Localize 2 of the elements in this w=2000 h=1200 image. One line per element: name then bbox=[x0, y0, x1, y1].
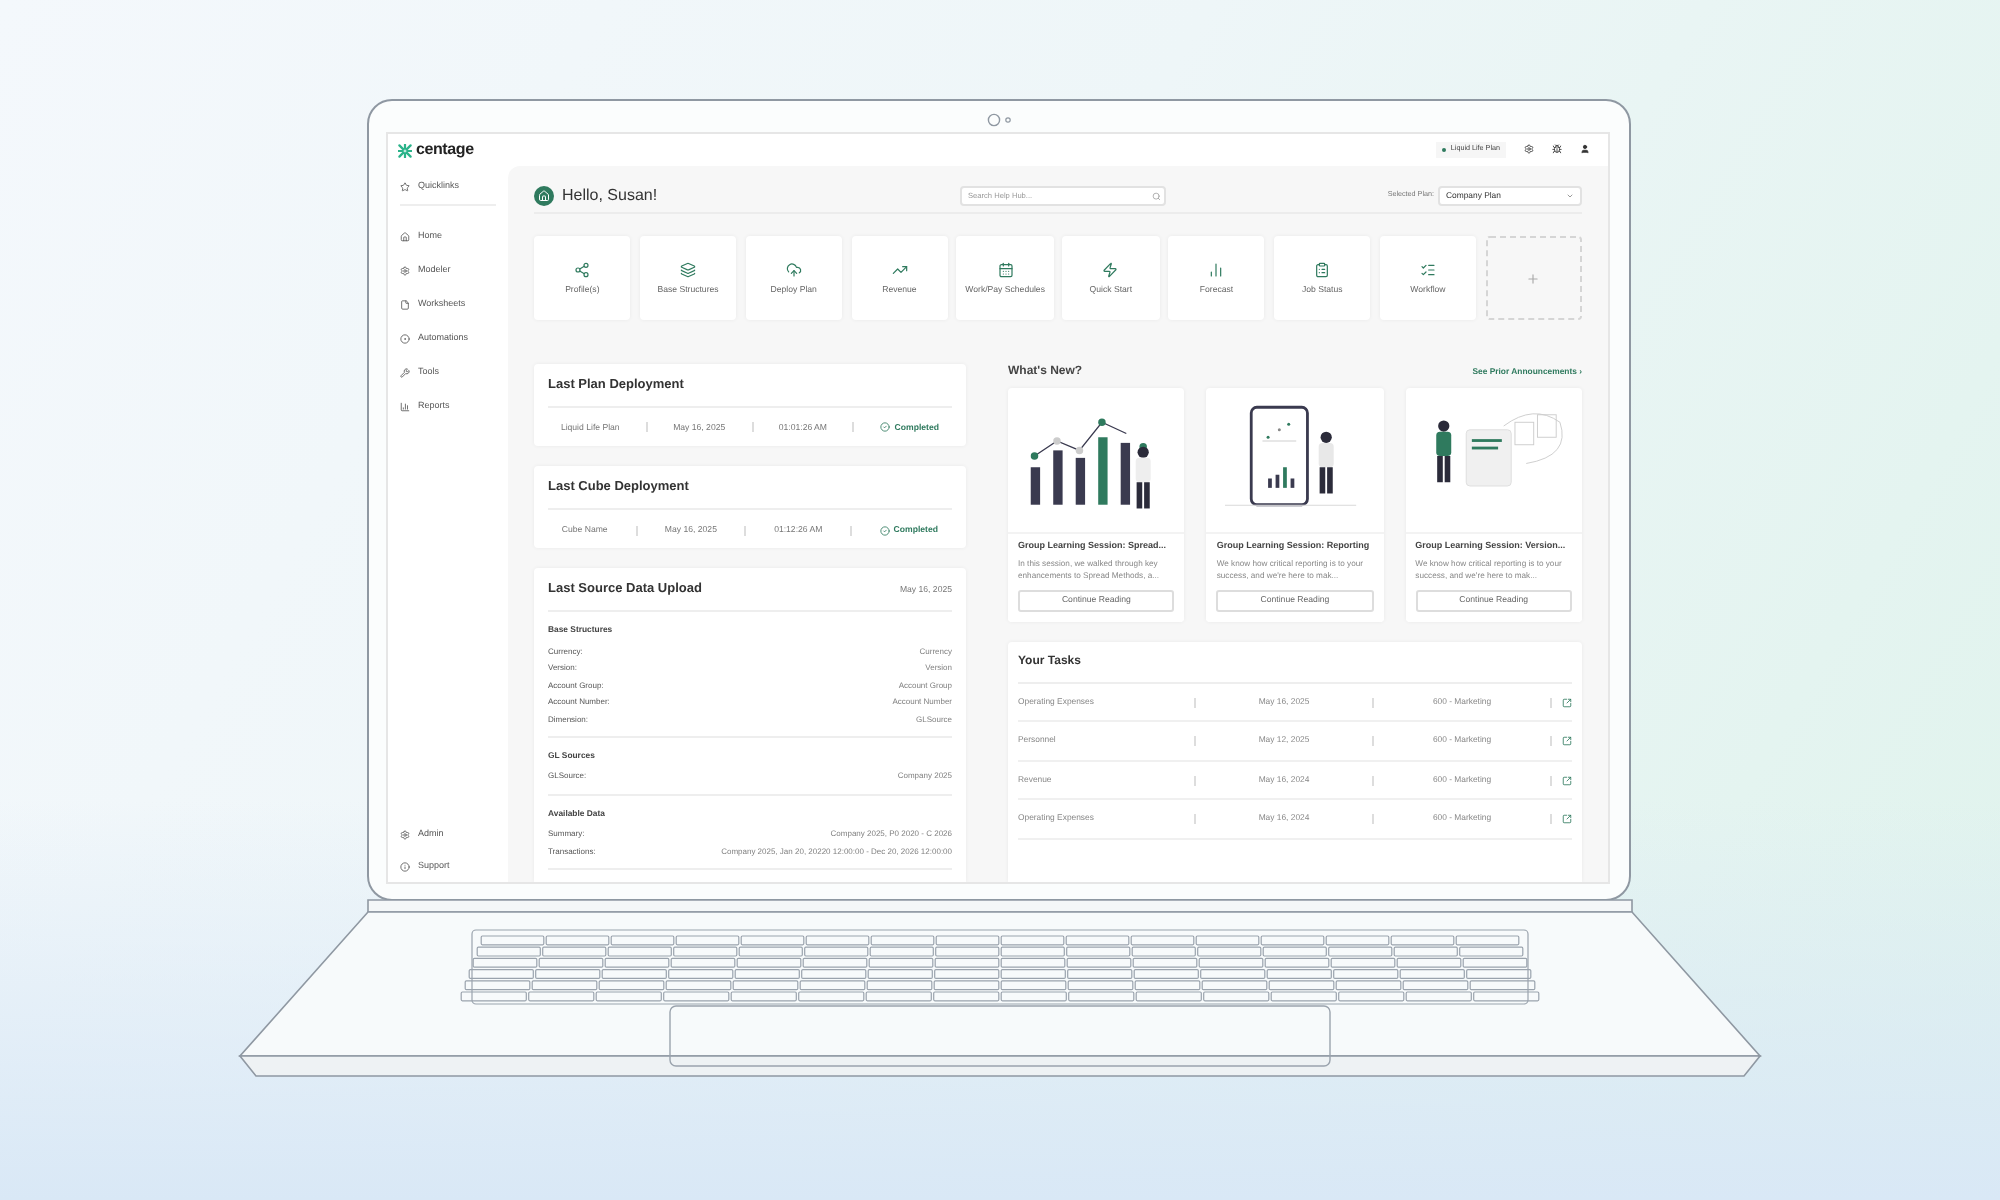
greeting: Hello, Susan! bbox=[562, 184, 658, 208]
logo-text: centage bbox=[416, 138, 474, 162]
